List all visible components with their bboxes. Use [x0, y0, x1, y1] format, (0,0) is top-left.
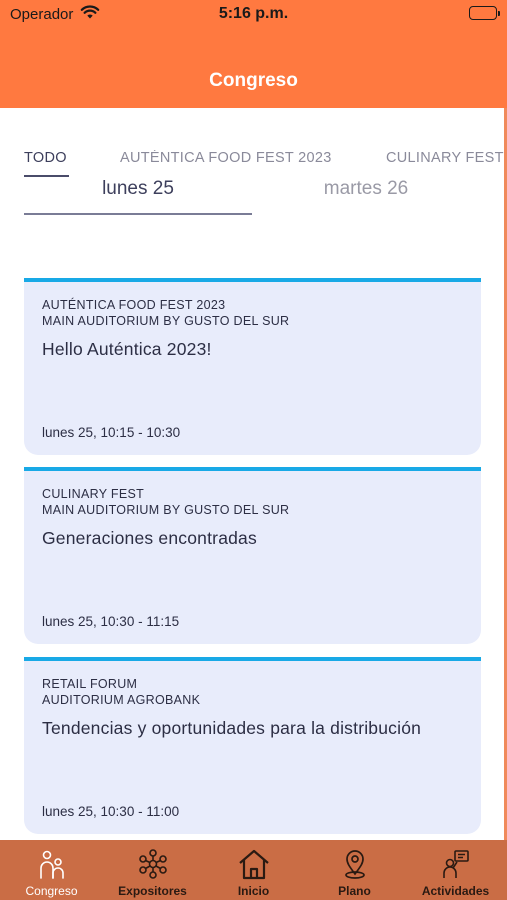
session-title: Generaciones encontradas	[42, 528, 257, 548]
tab-todo[interactable]: TODO	[24, 150, 67, 166]
app-header: Operador 5:16 p.m. Congreso	[0, 0, 507, 108]
page-title: Congreso	[209, 70, 298, 91]
tab-autentica-food-fest[interactable]: AUTÉNTICA FOOD FEST 2023	[120, 150, 332, 166]
status-time: 5:16 p.m.	[218, 5, 289, 22]
session-time: lunes 25, 10:30 - 11:00	[42, 804, 180, 819]
session-meta: CULINARY FEST MAIN AUDITORIUM BY GUSTO D…	[42, 486, 289, 518]
nav-label: Expositores	[118, 884, 187, 898]
session-event: RETAIL FORUM	[42, 677, 138, 691]
nav-label: Actividades	[421, 884, 490, 898]
battery-icon	[469, 6, 500, 20]
nav-congreso[interactable]: Congreso	[1, 840, 102, 900]
session-meta: AUTÉNTICA FOOD FEST 2023 MAIN AUDITORIUM…	[42, 297, 289, 329]
nav-actividades[interactable]: Actividades	[405, 840, 506, 900]
session-venue: MAIN AUDITORIUM BY GUSTO DEL SUR	[42, 503, 290, 517]
nav-label: Plano	[338, 884, 371, 898]
day-tab-indicator	[24, 213, 252, 215]
session-venue: AUDITORIUM AGROBANK	[42, 693, 201, 707]
map-pin-icon	[304, 848, 405, 880]
session-title: Hello Auténtica 2023!	[42, 339, 212, 359]
nav-label: Congreso	[25, 884, 78, 898]
tab-day-lunes[interactable]: lunes 25	[38, 178, 238, 200]
home-icon	[203, 848, 304, 880]
session-meta: RETAIL FORUM AUDITORIUM AGROBANK	[42, 676, 200, 708]
tab-day-martes[interactable]: martes 26	[266, 178, 466, 200]
network-icon	[102, 848, 203, 880]
nav-expositores[interactable]: Expositores	[102, 840, 203, 900]
nav-inicio[interactable]: Inicio	[203, 840, 304, 900]
tab-culinary-fest[interactable]: CULINARY FEST	[386, 150, 504, 166]
person-board-icon	[405, 848, 506, 880]
status-bar: Operador 5:16 p.m.	[0, 0, 507, 30]
nav-plano[interactable]: Plano	[304, 840, 405, 900]
session-time: lunes 25, 10:30 - 11:15	[42, 614, 180, 629]
session-card[interactable]: AUTÉNTICA FOOD FEST 2023 MAIN AUDITORIUM…	[24, 278, 481, 455]
session-event: AUTÉNTICA FOOD FEST 2023	[42, 298, 226, 312]
session-card[interactable]: RETAIL FORUM AUDITORIUM AGROBANK Tendenc…	[24, 657, 481, 834]
session-card[interactable]: CULINARY FEST MAIN AUDITORIUM BY GUSTO D…	[24, 467, 481, 644]
nav-label: Inicio	[237, 884, 270, 898]
bottom-nav: Congreso Expositores Inicio Plano Activi…	[0, 840, 507, 900]
session-venue: MAIN AUDITORIUM BY GUSTO DEL SUR	[42, 314, 290, 328]
session-title: Tendencias y oportunidades para la distr…	[42, 718, 422, 738]
people-icon	[1, 848, 102, 880]
session-event: CULINARY FEST	[42, 487, 145, 501]
session-time: lunes 25, 10:15 - 10:30	[42, 425, 181, 440]
category-tabs: TODO AUTÉNTICA FOOD FEST 2023 CULINARY F…	[0, 150, 504, 180]
category-tab-indicator	[24, 175, 69, 177]
